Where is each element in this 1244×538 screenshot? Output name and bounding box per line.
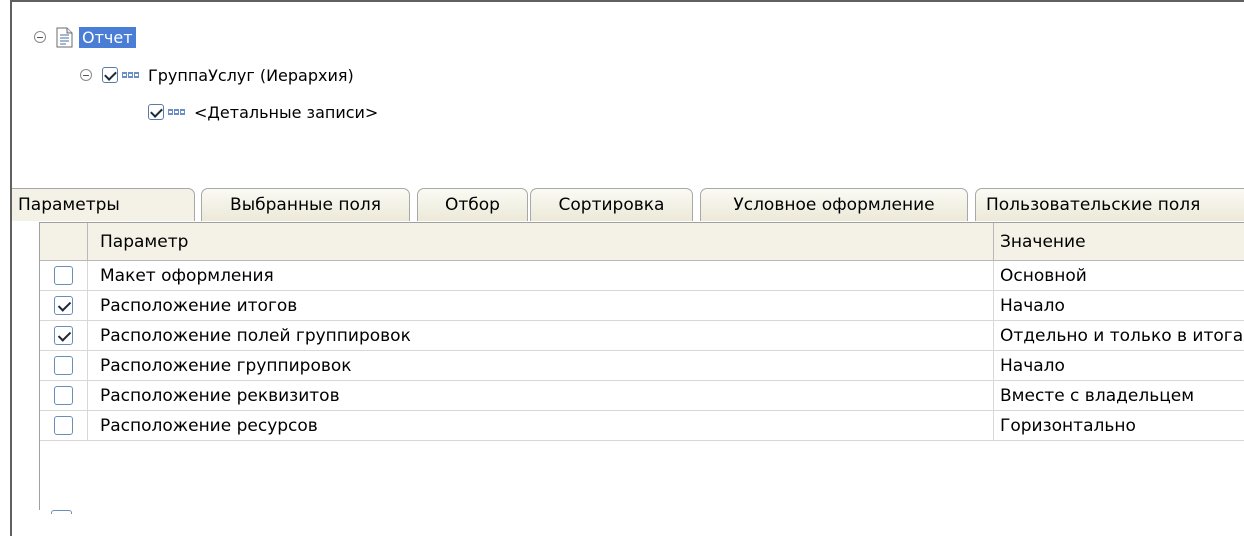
row-checkbox[interactable] [54,266,73,285]
table-row[interactable]: Расположение группировок Начало [40,351,1244,381]
table-header: Параметр Значение [40,223,1244,261]
header-parameter[interactable]: Параметр [88,223,994,260]
tree-node-label[interactable]: ГруппаУслуг (Иерархия) [148,66,354,85]
tab-selected-fields[interactable]: Выбранные поля [201,188,410,221]
tab-user-fields[interactable]: Пользовательские поля [975,188,1244,221]
row-checkbox[interactable] [54,356,73,375]
header-value[interactable]: Значение [994,223,1244,260]
structure-tree: Отчет ГруппаУслуг (Иерархия) <Детальные … [12,2,1244,177]
report-structure-editor: Отчет ГруппаУслуг (Иерархия) <Детальные … [10,0,1244,538]
tree-node-report[interactable]: Отчет [34,24,136,50]
row-checkbox[interactable] [54,326,73,345]
row-value[interactable]: Горизонтально [994,411,1244,440]
group-checkbox[interactable] [102,67,118,83]
row-value[interactable]: Начало [994,291,1244,320]
row-check-cell [40,291,88,320]
row-parameter[interactable]: Макет оформления [88,261,994,290]
parameters-table: Параметр Значение Макет оформления Основ… [39,222,1244,523]
row-parameter[interactable]: Расположение реквизитов [88,381,994,410]
row-parameter[interactable]: Расположение полей группировок [88,321,994,350]
tree-node-group[interactable]: ГруппаУслуг (Иерархия) [80,62,354,88]
row-value[interactable]: Начало [994,351,1244,380]
header-check-column [40,223,88,260]
table-row[interactable]: Макет оформления Основной [40,261,1244,291]
tree-node-label[interactable]: Отчет [79,26,136,48]
tab-parameters[interactable]: Параметры [12,188,195,221]
row-parameter[interactable]: Расположение группировок [88,351,994,380]
partial-row-checkbox [51,510,72,514]
collapse-icon[interactable] [34,31,46,43]
report-document-icon [56,27,73,47]
row-parameter[interactable]: Расположение итогов [88,291,994,320]
table-row[interactable]: Расположение полей группировок Отдельно … [40,321,1244,351]
row-checkbox[interactable] [54,386,73,405]
grouping-fields-icon [122,72,140,78]
row-value[interactable]: Основной [994,261,1244,290]
row-check-cell [40,261,88,290]
row-parameter[interactable]: Расположение ресурсов [88,411,994,440]
table-row[interactable]: Расположение итогов Начало [40,291,1244,321]
table-row[interactable]: Расположение реквизитов Вместе с владель… [40,381,1244,411]
settings-tabs: Параметры Выбранные поля Отбор Сортировк… [12,188,1244,222]
row-check-cell [40,381,88,410]
row-check-cell [40,321,88,350]
row-value[interactable]: Отдельно и только в итогах [994,321,1244,350]
tree-node-detail-records[interactable]: <Детальные записи> [148,99,378,125]
detail-checkbox[interactable] [148,104,164,120]
table-bottom-cutoff [12,510,1244,538]
row-checkbox[interactable] [54,416,73,435]
row-value[interactable]: Вместе с владельцем [994,381,1244,410]
row-check-cell [40,351,88,380]
grouping-fields-icon [168,109,186,115]
tab-conditional-formatting[interactable]: Условное оформление [700,188,968,221]
row-check-cell [40,411,88,440]
tab-sorting[interactable]: Сортировка [530,188,693,221]
table-row[interactable]: Расположение ресурсов Горизонтально [40,411,1244,441]
row-checkbox[interactable] [54,296,73,315]
tab-filter[interactable]: Отбор [417,188,528,221]
tree-node-label[interactable]: <Детальные записи> [194,103,378,122]
collapse-icon[interactable] [80,69,92,81]
